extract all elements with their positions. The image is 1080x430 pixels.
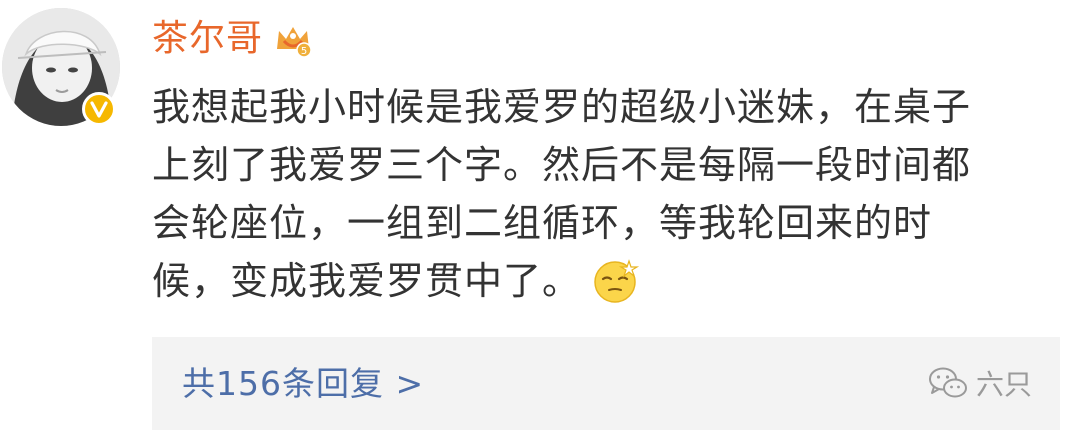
comment-line-1: 我想起我小时候是我爱罗的超级小迷妹，在桌子 — [152, 85, 972, 129]
comment-line-4: 候，变成我爱罗贯中了。 — [152, 252, 1052, 310]
comment-line-2: 上刻了我爱罗三个字。然后不是每隔一段时间都 — [152, 143, 972, 187]
comment-line-4-text: 候，变成我爱罗贯中了。 — [152, 259, 582, 303]
wechat-icon — [928, 366, 968, 400]
username[interactable]: 茶尔哥 — [152, 14, 263, 64]
watermark: 六只 — [928, 359, 1032, 407]
crown-level-icon: 5 — [273, 19, 313, 59]
replies-panel: 共156条回复 > 六只 — [152, 337, 1060, 430]
comment-text: 我想起我小时候是我爱罗的超级小迷妹，在桌子 上刻了我爱罗三个字。然后不是每隔一段… — [152, 78, 1052, 310]
svg-text:5: 5 — [301, 46, 307, 57]
watermark-text: 六只 — [975, 368, 1032, 401]
verified-badge-icon — [82, 92, 116, 126]
comment-line-3: 会轮座位，一组到二组循环，等我轮回来的时 — [152, 201, 933, 245]
view-replies-link[interactable]: 共156条回复 > — [182, 337, 424, 430]
sweat-smile-emoji-icon — [591, 255, 641, 305]
username-row: 茶尔哥 5 — [152, 14, 313, 64]
